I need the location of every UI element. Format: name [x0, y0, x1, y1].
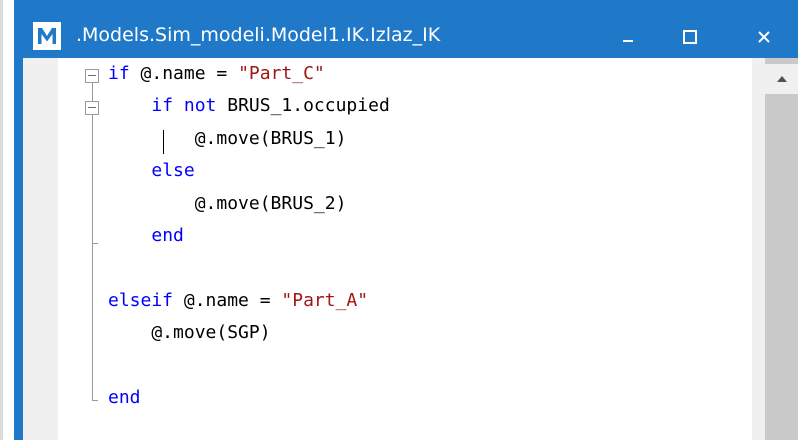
- code-line: if not BRUS_1.occupied: [108, 90, 390, 122]
- fold-end-marker: [92, 400, 98, 401]
- maximize-button[interactable]: [662, 14, 718, 60]
- editor-client-area: if @.name = "Part_C" if not BRUS_1.occup…: [23, 58, 798, 440]
- close-button[interactable]: [736, 14, 792, 60]
- fold-toggle-inner-if[interactable]: [85, 101, 99, 115]
- code-keyword: else: [151, 160, 195, 182]
- text-caret: [163, 130, 164, 154]
- minimize-button[interactable]: [600, 14, 656, 60]
- code-text-token: @.move(BRUS_2): [108, 192, 347, 214]
- maximize-icon: [683, 30, 697, 44]
- fold-guide: [92, 115, 93, 400]
- vertical-scrollbar[interactable]: [765, 58, 798, 440]
- code-text-token: @.move(SGP): [108, 322, 271, 344]
- code-keyword: end: [151, 225, 184, 246]
- code-keyword: end: [108, 387, 141, 408]
- scroll-up-button[interactable]: [765, 64, 798, 94]
- code-line: end: [108, 382, 141, 414]
- code-editor[interactable]: if @.name = "Part_C" if not BRUS_1.occup…: [58, 58, 752, 440]
- minimize-icon: [623, 40, 633, 42]
- code-line: elseif @.name = "Part_A": [108, 285, 368, 317]
- code-string: "Part_C": [238, 63, 325, 84]
- code-line: else: [108, 155, 195, 187]
- fold-guide: [92, 83, 93, 101]
- close-icon: [758, 31, 770, 43]
- code-keyword: elseif: [108, 289, 174, 311]
- code-string: "Part_A": [281, 289, 369, 311]
- code-line: end: [108, 220, 184, 252]
- code-text-token: @.name =: [173, 289, 282, 311]
- code-keyword: if not: [151, 95, 217, 117]
- code-text-token: BRUS_1.occupied: [216, 95, 390, 117]
- fold-toggle-outer-if[interactable]: [85, 69, 99, 83]
- code-text-token: @.name =: [129, 63, 239, 84]
- scroll-up-arrow-icon: [777, 76, 787, 82]
- code-text-token: @.move(BRUS_1): [108, 127, 347, 149]
- app-logo-icon: [33, 22, 61, 50]
- code-line: @.move(SGP): [108, 317, 271, 349]
- code-line: if @.name = "Part_C": [108, 58, 325, 90]
- left-window-edge: [0, 0, 3, 440]
- code-line: @.move(BRUS_1): [108, 123, 347, 155]
- method-editor-window: .Models.Sim_modeli.Model1.IK.Izlaz_IK if…: [14, 0, 798, 440]
- window-title: .Models.Sim_modeli.Model1.IK.Izlaz_IK: [76, 24, 441, 46]
- fold-end-marker: [92, 243, 98, 244]
- code-line: @.move(BRUS_2): [108, 188, 347, 220]
- code-keyword: if: [108, 63, 130, 84]
